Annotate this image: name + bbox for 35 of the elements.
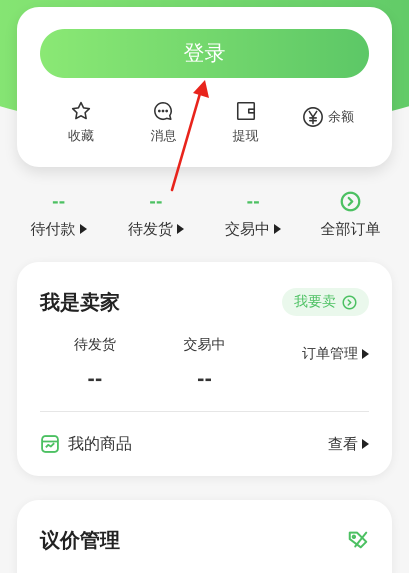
yen-coin-icon	[302, 106, 324, 128]
order-count: --	[52, 190, 66, 212]
order-status-button[interactable]: -- 待发货	[107, 190, 204, 240]
order-count: --	[149, 190, 163, 212]
wallet-icon	[234, 100, 257, 122]
goods-label: 我的商品	[68, 433, 132, 455]
caret-icon	[274, 224, 282, 234]
order-status-button[interactable]: 全部订单	[302, 190, 399, 240]
star-icon	[70, 100, 92, 122]
caret-icon	[80, 224, 87, 234]
seller-stat-label: 待发货	[74, 336, 116, 355]
price-tag-icon	[347, 529, 369, 551]
order-count: --	[246, 190, 260, 212]
shortcut-button[interactable]: 提现	[204, 100, 287, 146]
order-status-label: 交易中	[225, 218, 270, 240]
order-status-button[interactable]: -- 交易中	[204, 190, 302, 240]
chat-bubble-icon	[152, 100, 174, 122]
order-status-label: 全部订单	[320, 218, 380, 240]
shortcut-button[interactable]: 消息	[122, 100, 204, 146]
order-management-link[interactable]: 订单管理	[259, 344, 369, 364]
goods-box-icon	[40, 434, 60, 454]
view-link[interactable]: 查看	[328, 432, 369, 456]
shortcut-button[interactable]: 余额	[286, 100, 369, 146]
order-status-label: 待付款	[30, 218, 76, 240]
seller-stat-label: 交易中	[183, 336, 226, 355]
caret-icon	[362, 349, 369, 359]
card-title: 我是卖家	[40, 289, 120, 316]
order-status-label: 待发货	[128, 218, 173, 240]
card-title: 议价管理	[40, 527, 120, 554]
shortcut-button[interactable]: 收藏	[40, 100, 122, 146]
seller-stat-value: --	[87, 368, 102, 392]
order-status-button[interactable]: -- 待付款	[10, 190, 108, 240]
caret-icon	[176, 224, 184, 234]
caret-icon	[362, 439, 369, 449]
seller-stat-value: --	[197, 368, 212, 392]
